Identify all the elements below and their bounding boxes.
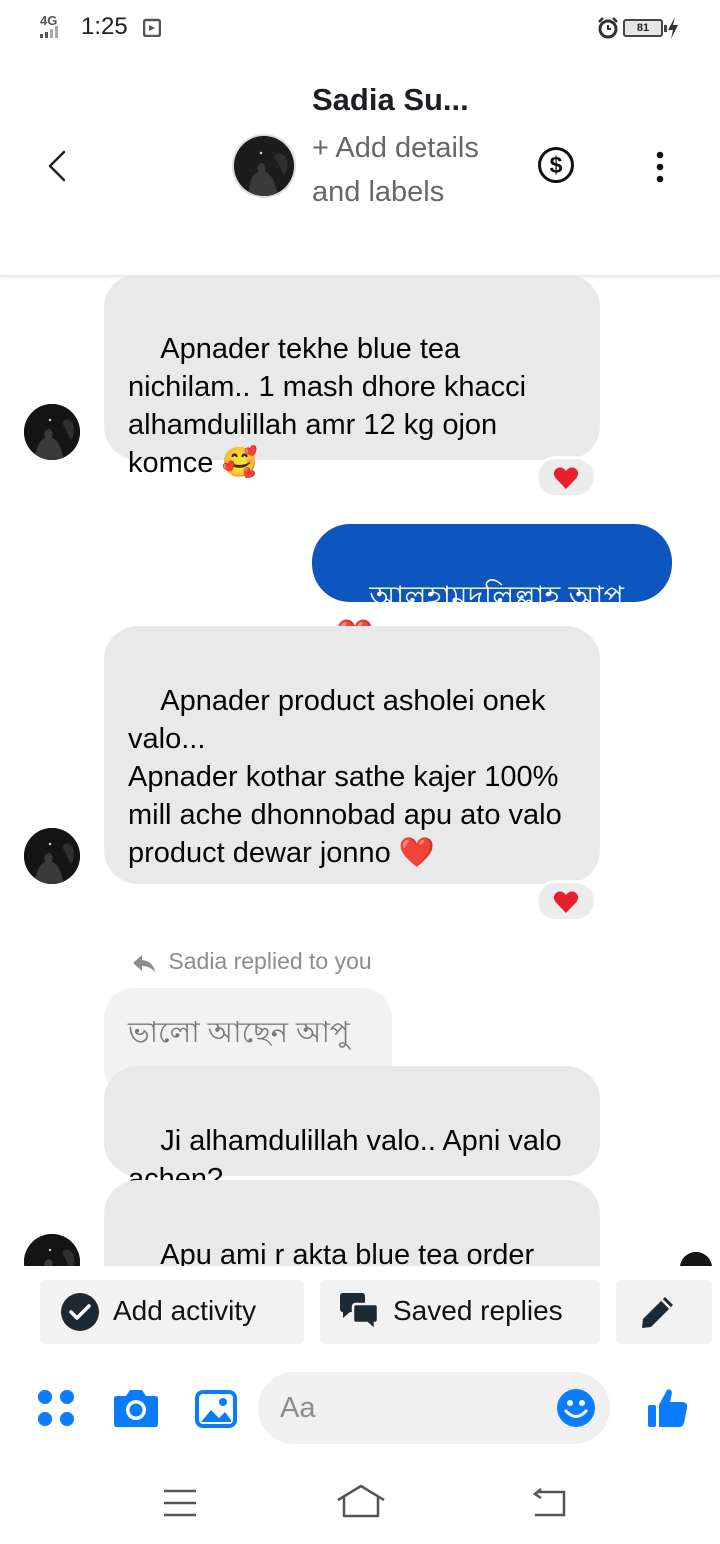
chat-bubbles-icon <box>340 1293 380 1332</box>
apps-grid-icon[interactable] <box>36 1388 76 1428</box>
pencil-icon <box>642 1297 673 1328</box>
quick-actions-bar: Add activity Saved replies <box>0 1266 720 1356</box>
status-bar: 4G 1:25 81 <box>0 0 720 56</box>
camera-icon[interactable] <box>113 1388 159 1428</box>
charging-icon <box>668 17 678 39</box>
signal-icon <box>40 26 58 38</box>
sender-avatar[interactable] <box>24 404 80 460</box>
home-icon[interactable] <box>336 1484 386 1518</box>
battery-indicator: 81 <box>623 19 667 37</box>
dollar-circle-icon[interactable]: $ <box>536 145 576 185</box>
check-circle-icon <box>61 1293 99 1331</box>
incoming-message-bubble[interactable]: Ji alhamdulillah valo.. Apni valo achen? <box>104 1066 600 1195</box>
heart-icon <box>553 891 579 913</box>
back-nav-icon[interactable] <box>531 1488 567 1518</box>
message-text: Apu ami r akta blue tea order korte chac… <box>160 1239 535 1266</box>
edit-button[interactable] <box>616 1280 712 1344</box>
reply-indicator-label: Sadia replied to you <box>168 948 372 974</box>
system-nav-bar <box>0 1460 720 1544</box>
incoming-message-bubble[interactable]: Apnader tekhe blue tea nichilam.. 1 mash… <box>104 276 600 479</box>
read-receipt-avatar <box>680 1252 712 1266</box>
reaction-badge[interactable] <box>535 456 597 498</box>
network-indicator: 4G <box>40 14 74 38</box>
alarm-icon <box>598 17 618 39</box>
chevron-left-icon[interactable] <box>38 146 78 186</box>
add-details-link[interactable]: + Add details and labels <box>312 126 492 214</box>
message-text: Apnader tekhe blue tea nichilam.. 1 mash… <box>128 333 535 479</box>
add-activity-label: Add activity <box>113 1295 257 1326</box>
message-text: Apnader product asholei onek valo... Apn… <box>128 685 562 869</box>
outgoing-message-bubble[interactable]: আলহামদুলিল্লাহ আপু❤️ <box>312 524 672 652</box>
reaction-badge[interactable] <box>535 880 597 922</box>
quoted-text: ভালো আছেন আপু <box>128 1017 350 1049</box>
clock: 1:25 <box>81 13 128 40</box>
app-notification-icon <box>143 18 161 37</box>
reply-arrow-icon <box>133 954 155 972</box>
more-vertical-icon[interactable] <box>643 150 677 184</box>
gallery-icon[interactable] <box>195 1390 237 1428</box>
contact-name[interactable]: Sadia Su... <box>312 82 469 118</box>
thumbs-up-icon[interactable] <box>647 1387 689 1429</box>
svg-text:$: $ <box>550 152 563 178</box>
add-activity-button[interactable]: Add activity <box>40 1280 304 1344</box>
message-composer <box>0 1356 720 1460</box>
saved-replies-button[interactable]: Saved replies <box>320 1280 600 1344</box>
saved-replies-label: Saved replies <box>393 1295 563 1326</box>
message-list[interactable]: Apnader tekhe blue tea nichilam.. 1 mash… <box>0 276 720 1266</box>
menu-icon[interactable] <box>162 1488 198 1518</box>
reply-indicator: Sadia replied to you <box>132 948 372 975</box>
incoming-message-bubble[interactable]: Apnader product asholei onek valo... Apn… <box>104 626 600 884</box>
sender-avatar[interactable] <box>24 828 80 884</box>
emoji-icon[interactable] <box>556 1388 596 1428</box>
sender-avatar[interactable] <box>24 1234 80 1266</box>
contact-avatar[interactable] <box>232 134 296 198</box>
conversation-header: Sadia Su... + Add details and labels $ <box>0 56 720 276</box>
incoming-message-bubble[interactable]: Apu ami r akta blue tea order korte chac… <box>104 1180 600 1266</box>
heart-icon <box>553 467 579 489</box>
